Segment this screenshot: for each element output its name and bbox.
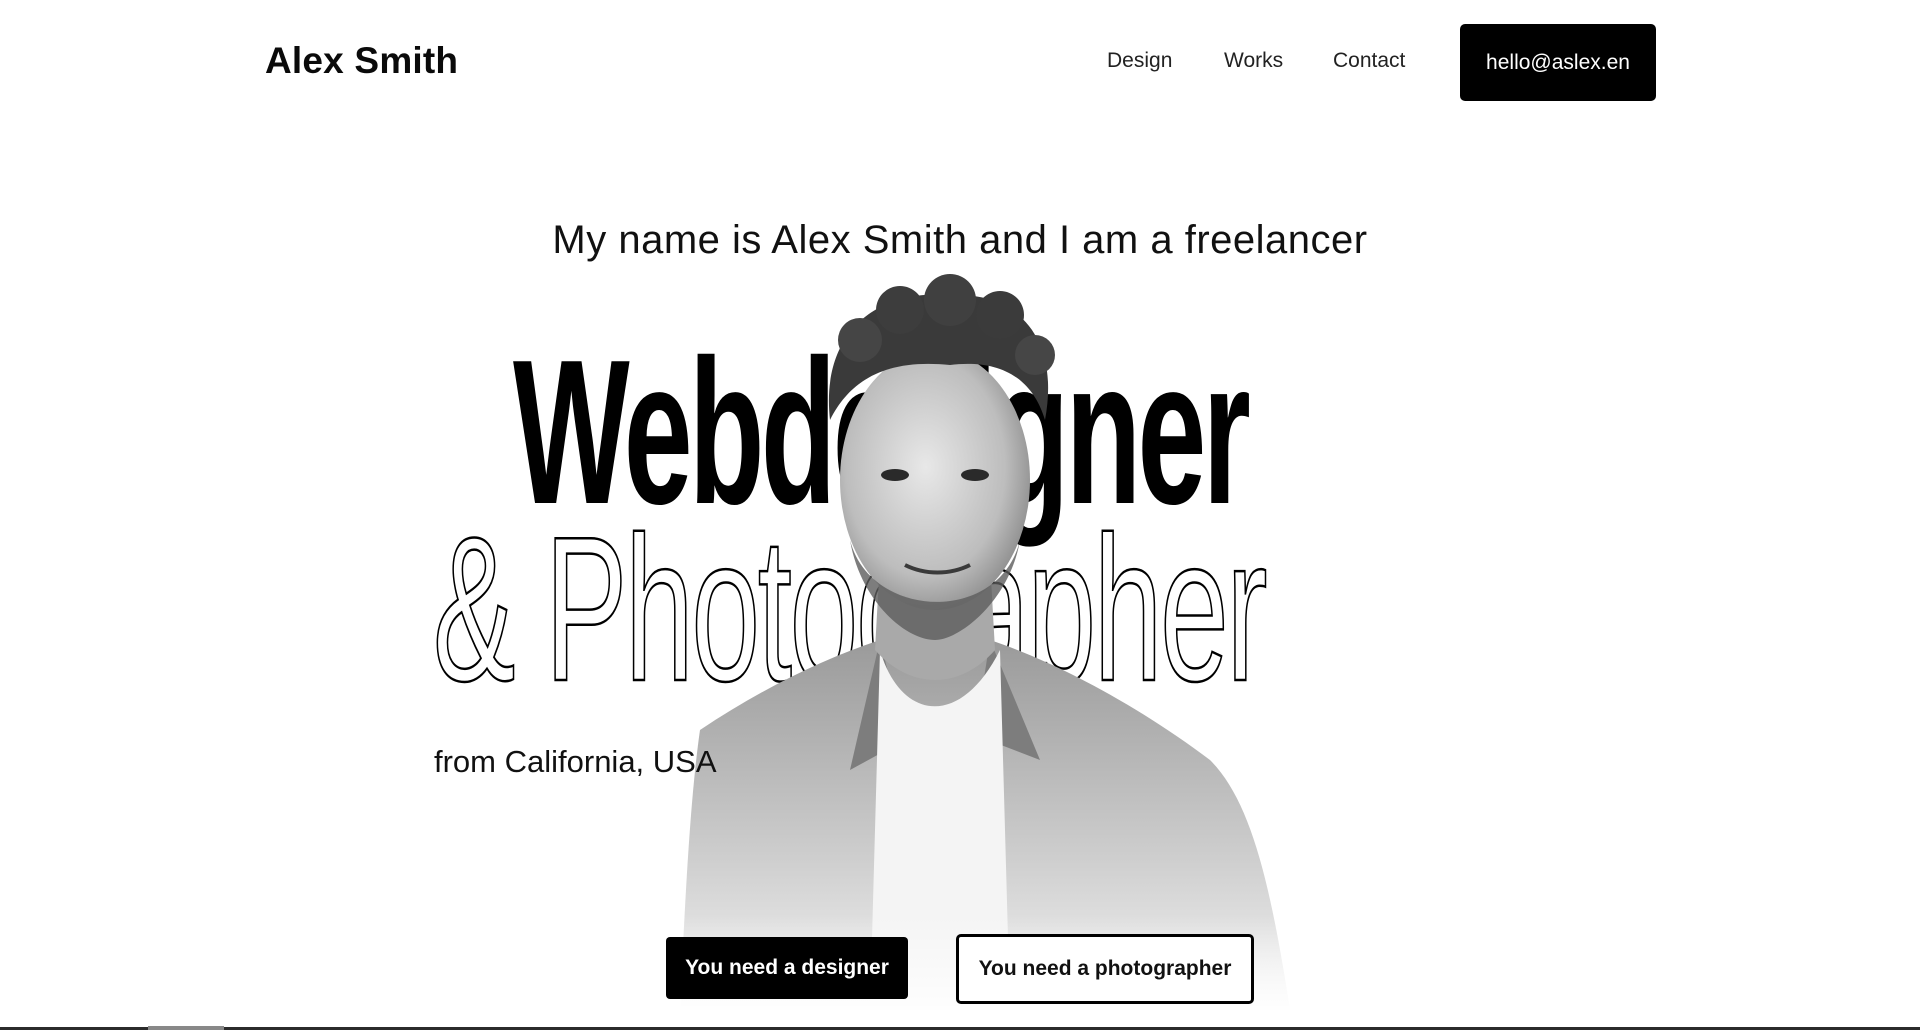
location-text: from California, USA [434, 744, 717, 779]
need-designer-button[interactable]: You need a designer [666, 937, 908, 999]
horizontal-scrollbar[interactable] [148, 1026, 224, 1030]
portrait-photo [660, 274, 1300, 1020]
need-photographer-button[interactable]: You need a photographer [956, 934, 1254, 1004]
